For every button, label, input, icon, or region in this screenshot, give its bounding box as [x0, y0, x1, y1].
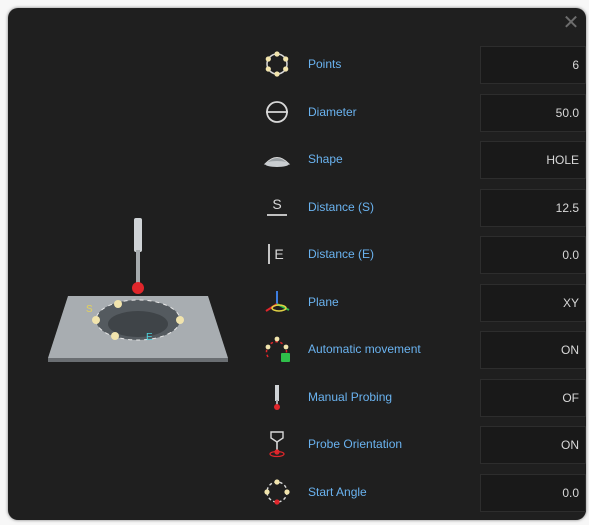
row-automatic-movement: Automatic movement ON: [258, 327, 586, 375]
probe-orientation-label: Probe Orientation: [308, 437, 403, 451]
row-diameter: Diameter 50.0: [258, 90, 586, 138]
row-probe-orientation: Probe Orientation ON: [258, 422, 586, 470]
close-icon[interactable]: ✕: [560, 12, 582, 34]
distance-s-label: Distance (S): [308, 199, 375, 214]
start-angle-field[interactable]: 0.0: [480, 473, 586, 512]
row-points: Points 6: [258, 42, 586, 90]
row-start-angle: Start Angle 0.0: [258, 470, 586, 518]
shape-field[interactable]: HOLE: [480, 141, 586, 179]
row-manual-probing: Manual Probing OF: [258, 375, 586, 423]
end-distance-label: E: [146, 332, 153, 343]
svg-text:S: S: [272, 196, 281, 212]
probing-settings-dialog: ✕ S E Points 6 Diameter 50.0 Shape HOLE …: [8, 8, 586, 520]
points-field[interactable]: 6: [480, 46, 586, 84]
probe-point: [176, 316, 184, 324]
diameter-label: Diameter: [308, 104, 357, 119]
shape-label: Shape: [308, 152, 343, 166]
probe-preview-illustration: S E: [48, 218, 228, 362]
probe-tip: [132, 282, 144, 294]
start-distance-label: S: [86, 304, 93, 315]
probe-point: [111, 332, 119, 340]
probe-point: [92, 316, 100, 324]
start-angle-icon: [264, 478, 290, 505]
automatic-movement-icon: [265, 336, 290, 362]
probe-stylus: [132, 218, 144, 294]
probe-orientation-field[interactable]: ON: [480, 426, 586, 464]
shape-icon: [263, 157, 291, 167]
plane-icon: [265, 290, 290, 312]
row-plane: Plane XY: [258, 280, 586, 328]
svg-text:E: E: [274, 246, 283, 262]
distance-s-field[interactable]: 12.5: [480, 188, 586, 227]
manual-probing-icon: [274, 384, 280, 410]
plane-field[interactable]: XY: [480, 283, 586, 322]
plane-label: Plane: [308, 294, 339, 309]
start-angle-label: Start Angle: [308, 484, 367, 499]
automatic-movement-label: Automatic movement: [308, 342, 421, 356]
distance-s-icon: S: [267, 196, 287, 216]
manual-probing-field[interactable]: OF: [480, 378, 586, 417]
diameter-field[interactable]: 50.0: [480, 93, 586, 132]
probe-orientation-icon: [269, 431, 285, 458]
automatic-movement-field[interactable]: ON: [480, 331, 586, 369]
distance-e-icon: E: [268, 244, 284, 264]
row-distance-e: E Distance (E) 0.0: [258, 232, 586, 280]
row-shape: Shape HOLE: [258, 137, 586, 185]
distance-e-field[interactable]: 0.0: [480, 236, 586, 274]
points-icon: [265, 51, 289, 77]
points-label: Points: [308, 57, 342, 71]
diameter-icon: [266, 100, 288, 123]
row-distance-s: S Distance (S) 12.5: [258, 185, 586, 233]
distance-e-label: Distance (E): [308, 247, 375, 261]
settings-list: Points 6 Diameter 50.0 Shape HOLE S Dist…: [258, 42, 586, 517]
probe-point: [114, 300, 122, 308]
manual-probing-label: Manual Probing: [308, 389, 393, 404]
